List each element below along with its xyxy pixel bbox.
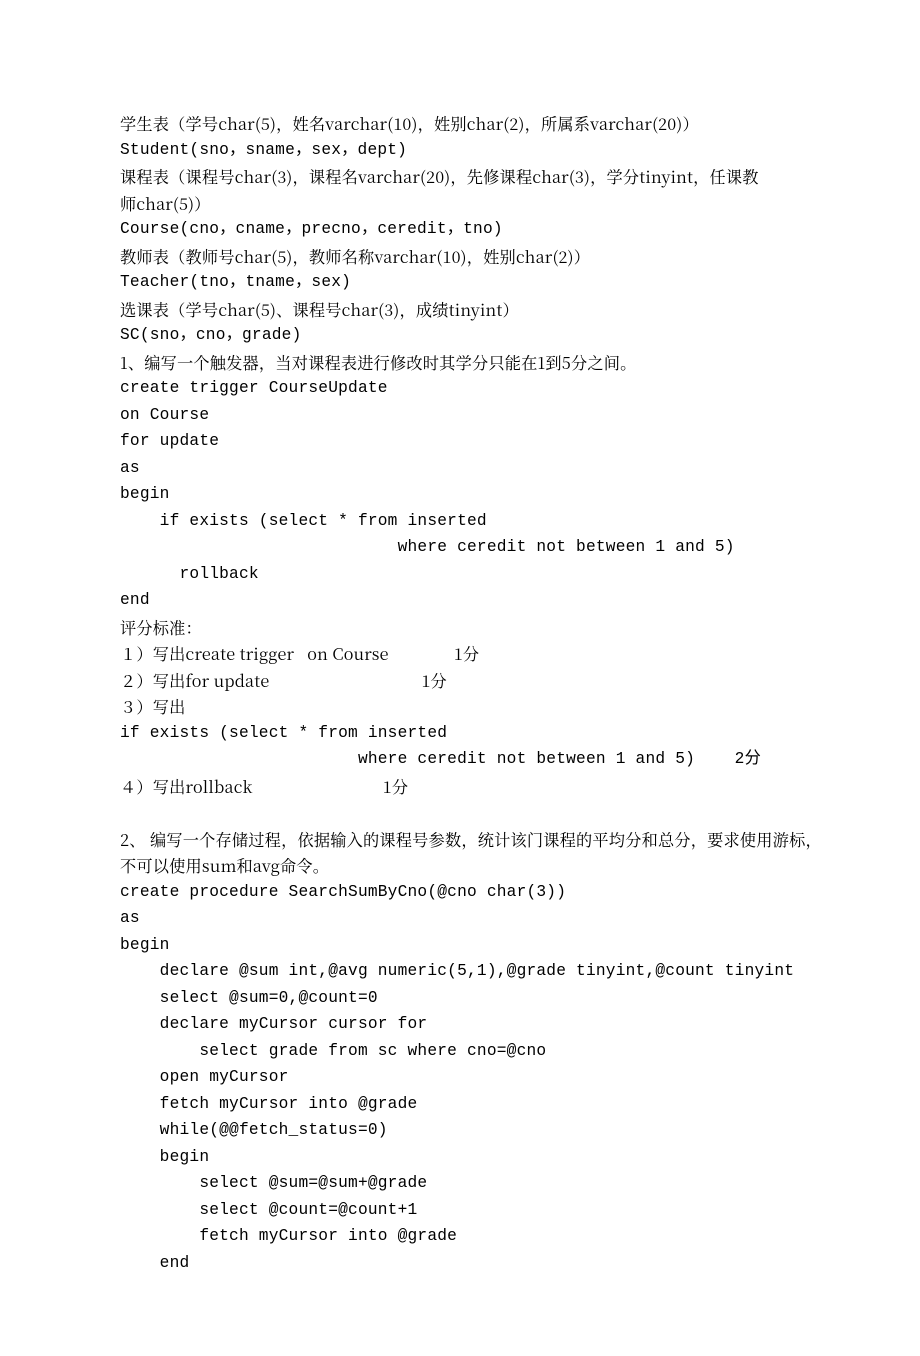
text-line: 2、 编写一个存储过程，依据输入的课程号参数，统计该门课程的平均分和总分，要求使… — [120, 826, 800, 853]
text-line: declare @sum int,@avg numeric(5,1),@grad… — [120, 958, 800, 985]
text-line: select grade from sc where cno=@cno — [120, 1038, 800, 1065]
text-line: begin — [120, 481, 800, 508]
text-line: ２）写出for update 1分 — [120, 667, 800, 694]
text-line: 教师表（教师号char(5)，教师名称varchar(10)，姓别char(2)… — [120, 243, 800, 270]
text-line: open myCursor — [120, 1064, 800, 1091]
text-line: on Course — [120, 402, 800, 429]
text-line: select @count=@count+1 — [120, 1197, 800, 1224]
text-line: Student(sno，sname，sex，dept) — [120, 137, 800, 164]
text-line: SC(sno，cno，grade) — [120, 322, 800, 349]
text-line: for update — [120, 428, 800, 455]
text-line: end — [120, 587, 800, 614]
text-line: 课程表（课程号char(3)，课程名varchar(20)，先修课程char(3… — [120, 163, 800, 190]
text-line: create trigger CourseUpdate — [120, 375, 800, 402]
text-line: as — [120, 455, 800, 482]
text-line: declare myCursor cursor for — [120, 1011, 800, 1038]
text-line: as — [120, 905, 800, 932]
text-line: rollback — [120, 561, 800, 588]
text-line: if exists (select * from inserted — [120, 508, 800, 535]
text-line: 师char(5)） — [120, 190, 800, 217]
text-line: end — [120, 1250, 800, 1277]
text-line: where ceredit not between 1 and 5) — [120, 534, 800, 561]
text-line: fetch myCursor into @grade — [120, 1091, 800, 1118]
document-page: 学生表（学号char(5)，姓名varchar(10)，姓别char(2)，所属… — [0, 0, 920, 1356]
text-line: Course(cno，cname，precno，ceredit，tno) — [120, 216, 800, 243]
text-line: while(@@fetch_status=0) — [120, 1117, 800, 1144]
text-line: create procedure SearchSumByCno(@cno cha… — [120, 879, 800, 906]
text-line: 1、编写一个触发器，当对课程表进行修改时其学分只能在1到5分之间。 — [120, 349, 800, 376]
text-line: Teacher(tno，tname，sex) — [120, 269, 800, 296]
text-line: 不可以使用sum和avg命令。 — [120, 852, 800, 879]
text-line: select @sum=@sum+@grade — [120, 1170, 800, 1197]
text-line: fetch myCursor into @grade — [120, 1223, 800, 1250]
text-line: if exists (select * from inserted — [120, 720, 800, 747]
text-line — [120, 799, 800, 826]
text-line: １）写出create trigger on Course 1分 — [120, 640, 800, 667]
text-line: ３）写出 — [120, 693, 800, 720]
document-body: 学生表（学号char(5)，姓名varchar(10)，姓别char(2)，所属… — [120, 110, 800, 1276]
text-line: select @sum=0,@count=0 — [120, 985, 800, 1012]
text-line: ４）写出rollback 1分 — [120, 773, 800, 800]
text-line: begin — [120, 1144, 800, 1171]
text-line: begin — [120, 932, 800, 959]
text-line: 选课表（学号char(5)、课程号char(3)，成绩tinyint） — [120, 296, 800, 323]
text-line: 评分标准： — [120, 614, 800, 641]
text-line: where ceredit not between 1 and 5) 2分 — [120, 746, 800, 773]
text-line: 学生表（学号char(5)，姓名varchar(10)，姓别char(2)，所属… — [120, 110, 800, 137]
